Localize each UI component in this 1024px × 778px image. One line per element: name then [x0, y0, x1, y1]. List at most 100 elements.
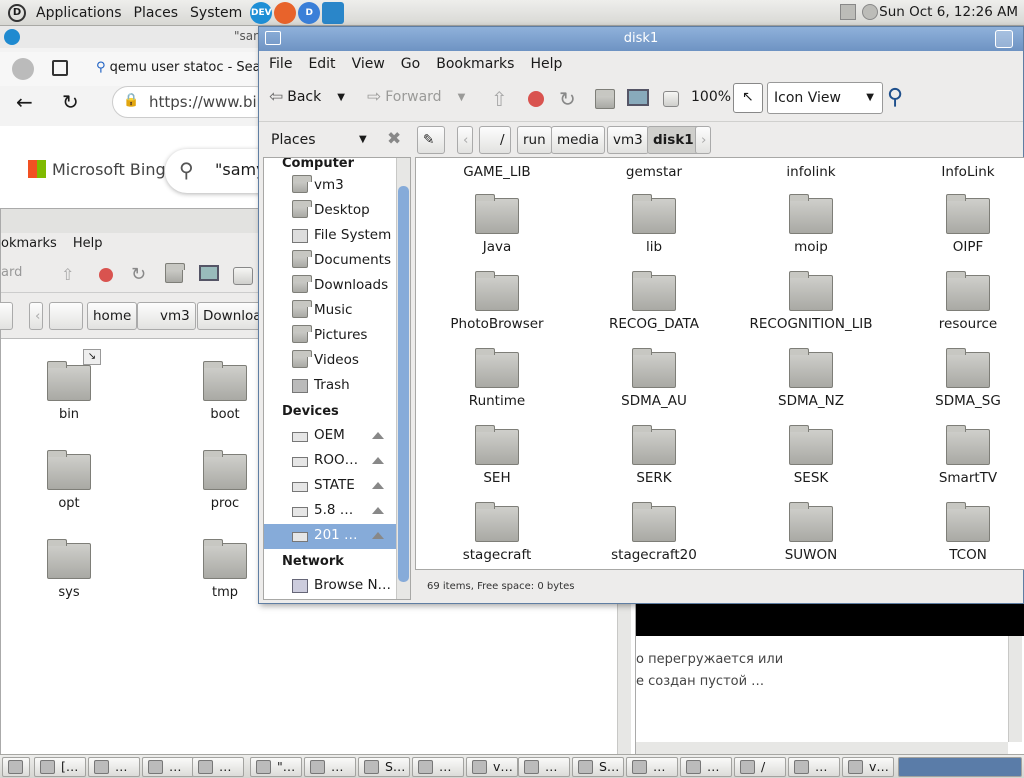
sidebar-item-pictures[interactable]: Pictures [264, 324, 396, 349]
folder-item[interactable]: SERK [579, 425, 729, 486]
home-folder-icon[interactable] [595, 89, 615, 109]
chrome-launcher-icon[interactable]: D [298, 1, 321, 24]
folder-item[interactable]: SUWON [736, 502, 886, 563]
folder-item[interactable]: ↘ bin [9, 349, 129, 422]
sidebar-item-documents[interactable]: Documents [264, 249, 396, 274]
taskbar-button[interactable]: … [680, 757, 732, 777]
places-dropdown-icon[interactable]: ▼ [359, 134, 367, 145]
path-crumb-vm3[interactable]: vm3 [607, 126, 649, 154]
menu-file[interactable]: File [259, 56, 298, 72]
volume-icon[interactable] [862, 4, 878, 20]
back-button[interactable]: ⇦ Back ▼ [269, 87, 345, 107]
path-left-arrow[interactable]: ‹ [457, 126, 473, 154]
minimize-button[interactable] [995, 30, 1013, 48]
window-icon[interactable] [265, 31, 281, 45]
distro-logo-icon[interactable]: D [8, 3, 26, 22]
folder-label[interactable]: gemstar [579, 164, 729, 180]
workspace-switcher[interactable] [898, 757, 1022, 777]
folder-item[interactable]: SEH [422, 425, 572, 486]
tab-actions-icon[interactable] [52, 60, 68, 76]
stop-icon[interactable] [528, 91, 544, 107]
path-crumb-media[interactable]: media [551, 126, 606, 154]
taskbar-button[interactable]: … [412, 757, 464, 777]
view-mode-select[interactable]: Icon View ▼ [767, 82, 883, 114]
path-crumb-disk1[interactable]: disk1 [647, 126, 700, 154]
sidebar-item-file-system[interactable]: File System [264, 224, 396, 249]
folder-item[interactable]: PhotoBrowser [422, 271, 572, 332]
folder-item[interactable]: stagecraft [422, 502, 572, 563]
show-desktop-button[interactable] [2, 757, 30, 777]
zoom-out-icon[interactable] [663, 91, 679, 107]
folder-item[interactable]: SDMA_NZ [736, 348, 886, 409]
menu-places[interactable]: Places [128, 5, 185, 21]
computer-icon[interactable] [627, 89, 649, 106]
sidebar-item-browse-network[interactable]: Browse N… [264, 574, 396, 599]
folder-item[interactable]: SDMA_AU [579, 348, 729, 409]
up-arrow-icon[interactable]: ⇧ [61, 265, 74, 284]
sidebar-device-item[interactable]: OEM [264, 424, 396, 449]
path-crumb-root[interactable]: / [479, 126, 511, 154]
folder-item[interactable]: stagecraft20 [579, 502, 729, 563]
path-left-arrow[interactable]: ‹ [29, 302, 43, 330]
taskbar-button[interactable]: S… [358, 757, 410, 777]
zoom-in-button[interactable]: ↖ [733, 83, 763, 113]
computer-icon[interactable] [199, 265, 219, 281]
taskbar-button[interactable]: … [304, 757, 356, 777]
sidebar-device-item[interactable]: ROO… [264, 449, 396, 474]
folder-item[interactable]: sys [9, 539, 129, 600]
folder-item[interactable]: opt [9, 450, 129, 511]
menu-help[interactable]: Help [520, 56, 568, 72]
edge-dev-launcher-icon[interactable]: DEV [250, 1, 273, 24]
window-list-icon[interactable] [840, 4, 856, 20]
clock[interactable]: Sun Oct 6, 12:26 AM [879, 4, 1018, 20]
folder-item[interactable]: SESK [736, 425, 886, 486]
folder-item[interactable]: SmartTV [893, 425, 1024, 486]
menu-bookmarks[interactable]: okmarks [1, 236, 63, 251]
sidebar-item-desktop[interactable]: Desktop [264, 199, 396, 224]
taskbar-button[interactable]: … [626, 757, 678, 777]
menu-system[interactable]: System [184, 5, 248, 21]
menu-bookmarks[interactable]: Bookmarks [426, 56, 520, 72]
close-sidebar-icon[interactable]: ✖ [387, 129, 401, 149]
folder-item[interactable]: RECOG_DATA [579, 271, 729, 332]
path-crumb-run[interactable]: run [517, 126, 552, 154]
profile-icon[interactable] [12, 58, 34, 80]
sidebar-scrollbar[interactable] [396, 158, 410, 599]
sidebar-device-item[interactable]: 201 … [264, 524, 396, 549]
menu-view[interactable]: View [342, 56, 391, 72]
taskbar-button[interactable]: S… [572, 757, 624, 777]
sidebar-item-downloads[interactable]: Downloads [264, 274, 396, 299]
vscode-launcher-icon[interactable] [322, 1, 345, 24]
folder-label[interactable]: infolink [736, 164, 886, 180]
taskbar-button[interactable]: … [518, 757, 570, 777]
folder-item[interactable]: lib [579, 194, 729, 255]
path-crumb-vm3[interactable]: vm3 [137, 302, 196, 330]
folder-item[interactable]: Runtime [422, 348, 572, 409]
path-crumb-home[interactable]: home [87, 302, 138, 330]
taskbar-button[interactable]: … [788, 757, 840, 777]
folder-item[interactable]: TCON [893, 502, 1024, 563]
eject-icon[interactable] [372, 532, 384, 539]
sidebar-scroll-thumb[interactable] [398, 186, 409, 582]
folder-item[interactable]: Java [422, 194, 572, 255]
forward-button[interactable]: ⇨ Forward ▼ [367, 87, 465, 107]
menu-applications[interactable]: Applications [30, 5, 128, 21]
menu-go[interactable]: Go [391, 56, 426, 72]
home-folder-icon[interactable] [165, 263, 185, 283]
taskbar-button[interactable]: v… [466, 757, 518, 777]
reload-icon[interactable]: ↻ [559, 87, 576, 111]
menu-help[interactable]: Help [67, 236, 109, 251]
text-panel-scrollbar[interactable] [1008, 636, 1022, 742]
up-arrow-icon[interactable]: ⇧ [491, 87, 508, 111]
browser-tab[interactable]: ⚲ qemu user statoc - Searc [96, 60, 273, 75]
folder-item[interactable]: OIPF [893, 194, 1024, 255]
taskbar-button[interactable]: [… [34, 757, 86, 777]
reload-icon[interactable]: ↻ [131, 264, 146, 285]
eject-icon[interactable] [372, 432, 384, 439]
edit-location-icon[interactable] [0, 302, 13, 330]
taskbar-button[interactable]: v… [842, 757, 894, 777]
folder-label[interactable]: GAME_LIB [422, 164, 572, 180]
search-icon[interactable]: ⚲ [887, 85, 903, 110]
taskbar-button[interactable]: … [88, 757, 140, 777]
folder-item[interactable]: resource [893, 271, 1024, 332]
